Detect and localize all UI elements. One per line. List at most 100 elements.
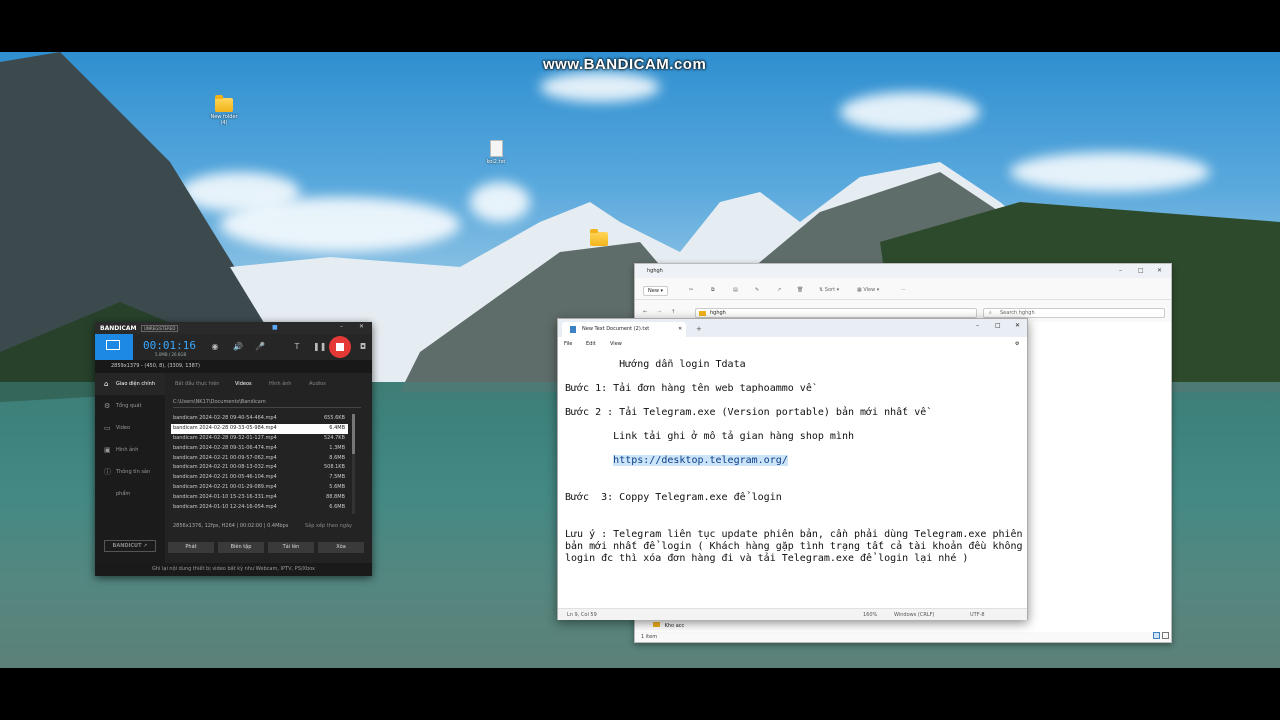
close-icon[interactable]: ✕ [1015, 322, 1020, 329]
view-button[interactable]: ▦ View ▾ [857, 287, 879, 293]
file-row[interactable]: bandicam 2024-02-21 00-09-57-062.mp4 8.6M… [171, 454, 348, 464]
bandicam-logo: BANDICAM [100, 325, 137, 332]
desktop-folder-icon-2[interactable] [579, 229, 619, 248]
tab-audios[interactable]: Audios [309, 381, 326, 387]
file-row[interactable]: bandicam 2024-01-10 12-24-16-054.mp4 6.6M… [171, 503, 348, 513]
more-icon[interactable]: ··· [901, 287, 906, 293]
sort-by-date[interactable]: Sắp xếp theo ngày [305, 523, 352, 529]
delete-icon[interactable]: 🗑 [797, 287, 803, 293]
new-label: New [648, 288, 659, 294]
webcam-icon[interactable]: ◉ [210, 342, 220, 352]
tab-videos[interactable]: Videos [235, 381, 252, 387]
notepad-tab[interactable]: New Text Document (2).txt ✕ [562, 322, 686, 337]
file-row[interactable]: bandicam 2024-02-28 09-32-01-127.mp4 524.… [171, 434, 348, 444]
bandicam-window: BANDICAM UNREGISTERED ■ – ✕ 00:01:16 5.0… [95, 322, 372, 576]
tiles-view-icon[interactable] [1162, 632, 1169, 639]
minimize-icon[interactable]: – [976, 322, 979, 329]
back-icon[interactable]: ← [643, 309, 647, 315]
menu-file[interactable]: File [564, 341, 572, 347]
line-ending[interactable]: Windows (CRLF) [894, 612, 934, 618]
maximize-icon[interactable]: □ [995, 322, 1001, 329]
sidebar-item-general[interactable]: ⚙ Tổng quát [95, 395, 165, 417]
screen-mode-button[interactable] [95, 334, 133, 360]
desktop-file-label: koi2.txt [486, 159, 506, 165]
details-view-icon[interactable] [1153, 632, 1160, 639]
sidebar-item-video[interactable]: ▭ Video [95, 417, 165, 439]
file-row[interactable]: bandicam 2024-01-10 15-23-16-331.mp4 88.8… [171, 493, 348, 503]
text-line: Link tải ghi ở mô tả gian hàng shop mình [565, 431, 854, 442]
menu-view[interactable]: View [610, 341, 622, 347]
file-list-scrollbar[interactable] [352, 414, 355, 514]
delete-button[interactable]: Xóa [318, 542, 364, 553]
settings-icon[interactable]: ⚙ [1015, 341, 1019, 347]
file-name: bandicam 2024-02-28 09-31-06-474.mp4 [173, 444, 277, 451]
camera-icon[interactable]: ◘ [358, 342, 368, 352]
search-placeholder: Search hghgh [1000, 310, 1035, 316]
minimize-icon[interactable]: – [1119, 267, 1122, 274]
file-name: bandicam 2024-01-10 15-23-16-331.mp4 [173, 494, 277, 501]
notepad-titlebar: New Text Document (2).txt ✕ + – □ ✕ [558, 319, 1027, 337]
edit-button[interactable]: Biên tập [218, 542, 264, 553]
share-icon[interactable]: ↗ [777, 287, 781, 293]
screen-capture-icon [106, 340, 120, 350]
home-icon: ⌂ [104, 380, 109, 388]
output-folder-path[interactable]: C:\Users\NK17\Documents\Bandicam [173, 397, 361, 408]
address-bar[interactable]: hghgh [695, 308, 977, 318]
copy-icon[interactable]: ⧉ [711, 287, 715, 293]
record-size: 5.0MB / 26.6GB [155, 352, 187, 357]
encoding[interactable]: UTF-8 [970, 612, 985, 618]
file-row[interactable]: bandicam 2024-02-21 00-01-29-089.mp4 5.6M… [171, 483, 348, 493]
forward-icon[interactable]: → [657, 309, 661, 315]
bandicam-toolbar: 00:01:16 5.0MB / 26.6GB ◉ 🔊 🎤 T ❚❚ ◘ [95, 334, 372, 360]
bandicam-footer[interactable]: Ghi lại nội dung thiết bị video bất kỳ n… [95, 563, 372, 576]
unregistered-badge[interactable]: UNREGISTERED [141, 325, 179, 332]
file-name: bandicam 2024-02-28 09-33-05-984.mp4 [173, 424, 277, 431]
cut-icon[interactable]: ✂ [689, 287, 693, 293]
new-button[interactable]: New ▾ [643, 286, 669, 296]
new-tab-icon[interactable]: + [696, 325, 702, 333]
explorer-command-bar: New ▾ ✂ ⧉ ▤ ✎ ↗ 🗑 ⇅ Sort ▾ ▦ View ▾ ··· [635, 282, 1171, 300]
file-row[interactable]: bandicam 2024-02-28 09-33-05-984.mp4 6.4M… [171, 423, 348, 434]
search-input[interactable]: ⌕ Search hghgh [983, 308, 1165, 318]
minimize-icon[interactable]: – [340, 323, 343, 330]
tab-get-started[interactable]: Bắt đầu thực hiện [175, 381, 219, 387]
rename-icon[interactable]: ✎ [755, 287, 759, 293]
explorer-tab-title[interactable]: hghgh [647, 268, 663, 274]
maximize-icon[interactable]: □ [1138, 267, 1144, 274]
telegram-link[interactable]: https://desktop.telegram.org/ [613, 455, 788, 466]
desktop-folder-icon[interactable]: New folder (4) [204, 95, 244, 126]
notepad-text-area[interactable]: Hướng dẫn login Tdata Bước 1: Tải đơn hà… [565, 355, 1023, 605]
sidebar-item-label: Tổng quát [116, 403, 142, 409]
file-name: bandicam 2024-02-21 00-09-57-062.mp4 [173, 454, 277, 461]
stop-record-button[interactable] [329, 336, 351, 358]
folder-icon [590, 229, 608, 246]
sidebar-item-image[interactable]: ▣ Hình ảnh [95, 439, 165, 461]
menu-edit[interactable]: Edit [586, 341, 596, 347]
close-icon[interactable]: ✕ [1157, 267, 1162, 274]
close-tab-icon[interactable]: ✕ [678, 322, 682, 337]
up-icon[interactable]: ↑ [671, 309, 675, 315]
search-icon: ⌕ [989, 310, 992, 316]
sidebar-item-home[interactable]: ⌂ Giao diện chính [95, 373, 165, 395]
microphone-icon[interactable]: 🎤 [255, 342, 265, 352]
text-icon[interactable]: T [292, 342, 302, 352]
lock-icon[interactable]: ■ [272, 324, 278, 331]
desktop-text-file-icon[interactable]: koi2.txt [476, 140, 516, 165]
speaker-icon[interactable]: 🔊 [233, 342, 243, 352]
zoom-level[interactable]: 160% [863, 612, 877, 618]
pause-icon[interactable]: ❚❚ [313, 342, 326, 352]
file-row[interactable]: bandicam 2024-02-28 09-40-54-464.mp4 655.… [171, 414, 348, 424]
upload-button[interactable]: Tải lên [268, 542, 314, 553]
file-row[interactable]: bandicam 2024-02-28 09-31-06-474.mp4 1.3M… [171, 444, 348, 454]
file-row[interactable]: bandicam 2024-02-21 00-08-13-032.mp4 508.… [171, 463, 348, 473]
file-size: 5.6MB [329, 484, 345, 491]
file-row[interactable]: bandicam 2024-02-21 00-05-46-104.mp4 7.5M… [171, 473, 348, 483]
paste-icon[interactable]: ▤ [733, 287, 738, 293]
bandicut-button[interactable]: BANDICUT ↗ [104, 540, 156, 552]
close-icon[interactable]: ✕ [359, 323, 364, 330]
tab-images[interactable]: Hình ảnh [269, 381, 291, 387]
sidebar-item-info[interactable]: ⓘ Thông tin sản phẩm [95, 461, 165, 497]
play-button[interactable]: Phát [168, 542, 214, 553]
sort-button[interactable]: ⇅ Sort ▾ [819, 287, 839, 293]
list-item[interactable]: Kho acc [653, 622, 684, 629]
